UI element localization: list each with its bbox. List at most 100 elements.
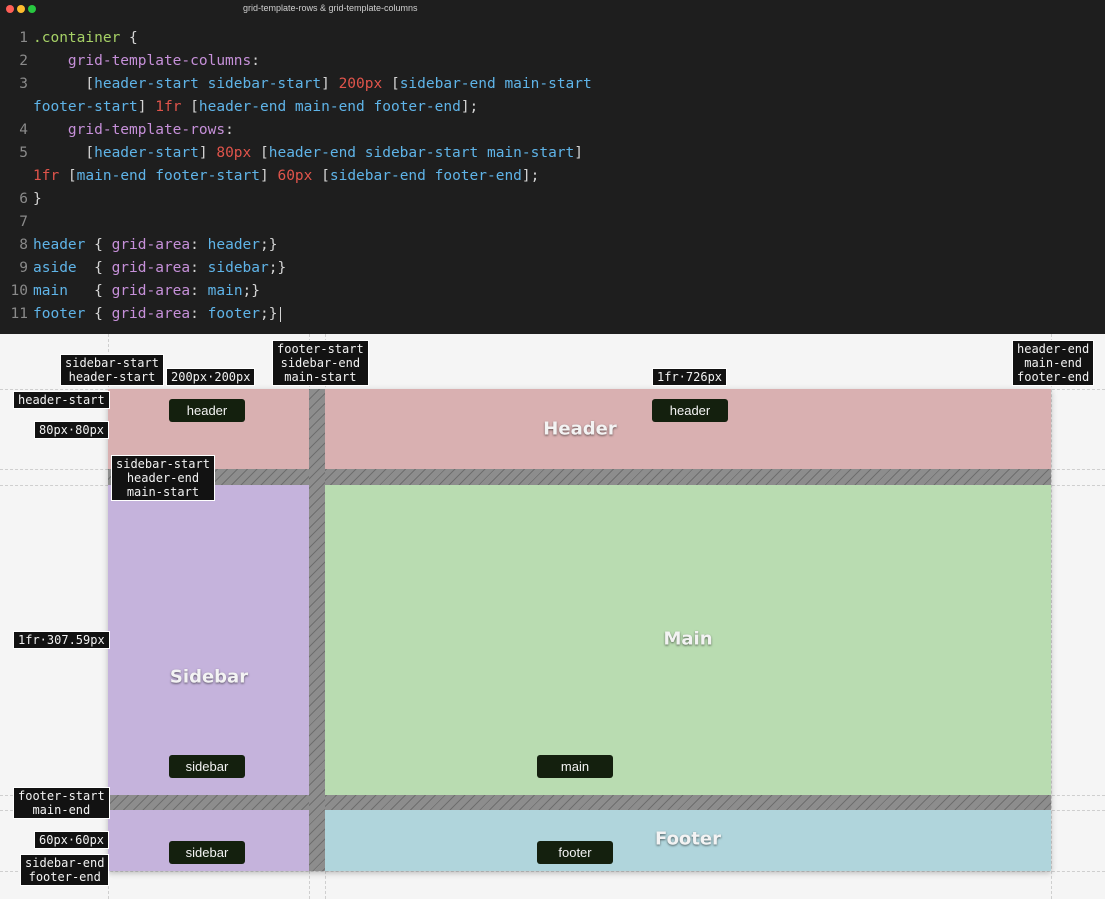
code-token: {	[67, 283, 112, 299]
code-token: 1fr	[33, 168, 60, 184]
code-text: grid-template-rows:	[33, 119, 234, 142]
column-gap	[309, 389, 325, 871]
row-line-name-footer-start: footer-start main-end	[13, 787, 110, 819]
code-token: 80px	[216, 145, 252, 161]
code-token: ];	[521, 168, 540, 184]
code-token: sidebar	[207, 260, 269, 276]
window-title: grid-template-rows & grid-template-colum…	[243, 3, 418, 13]
code-token: footer	[33, 306, 86, 322]
line-number: 8	[19, 237, 28, 253]
code-token: [	[382, 76, 400, 92]
code-token: ;}	[268, 260, 287, 276]
code-token: :	[190, 260, 208, 276]
row-track-size-60px: 60px·60px	[34, 831, 110, 849]
code-token: footer-start	[33, 99, 138, 115]
code-editor[interactable]: 1 .container {2 grid-template-columns: 3 […	[0, 18, 1105, 334]
zoom-window-button[interactable]	[28, 5, 36, 13]
code-token: grid-template-columns	[33, 53, 252, 69]
sidebar-cell-badge: sidebar	[169, 755, 245, 778]
code-token: }	[33, 191, 42, 207]
code-text: .container {	[33, 27, 138, 50]
main-area-label: Main	[663, 628, 713, 650]
line-number: 4	[19, 122, 28, 138]
code-text: header { grid-area: header;}	[33, 234, 278, 257]
line-number: 11	[10, 306, 28, 322]
code-token: {	[76, 260, 112, 276]
code-token: ;}	[242, 283, 261, 299]
code-token: sidebar-end main-start	[399, 76, 592, 92]
code-token: ]	[321, 76, 339, 92]
code-token: header-start sidebar-start	[94, 76, 322, 92]
text-caret	[279, 306, 281, 322]
row-line-name-end: sidebar-end footer-end	[20, 854, 110, 886]
code-token: sidebar-end footer-end	[329, 168, 522, 184]
code-text: footer { grid-area: footer;}	[33, 303, 281, 326]
line-number: 2	[19, 53, 28, 69]
code-text: footer-start] 1fr [header-end main-end f…	[33, 96, 478, 119]
line-number: 3	[19, 76, 28, 92]
code-token: 60px	[277, 168, 313, 184]
code-token: :	[190, 306, 208, 322]
row-gap	[108, 795, 1051, 810]
code-token: footer	[207, 306, 261, 322]
main-cell-badge: main	[537, 755, 613, 778]
line-number: 5	[19, 145, 28, 161]
grid-container: Header Sidebar Main Footer header header…	[108, 389, 1051, 871]
line-number: 9	[19, 260, 28, 276]
code-token: header	[33, 237, 86, 253]
footer-area-label: Footer	[655, 828, 721, 850]
code-token: ]	[574, 145, 584, 161]
code-token: [	[181, 99, 199, 115]
column-line-name-middle: footer-start sidebar-end main-start	[272, 340, 369, 386]
code-text: aside { grid-area: sidebar;}	[33, 257, 286, 280]
line-number: 6	[19, 191, 28, 207]
code-text: [header-start sidebar-start] 200px [side…	[33, 73, 592, 96]
code-token: ]	[198, 145, 217, 161]
code-token: ;}	[260, 306, 278, 322]
column-track-size-200px: 200px·200px	[166, 368, 256, 386]
footer-cell-badge: footer	[537, 841, 613, 864]
column-line-name-end: header-end main-end footer-end	[1012, 340, 1095, 386]
row-line-name-start: header-start	[13, 391, 110, 409]
code-token: {	[85, 237, 112, 253]
code-token: [	[312, 168, 330, 184]
code-token: main	[207, 283, 243, 299]
window-titlebar: grid-template-rows & grid-template-colum…	[0, 0, 1105, 18]
sidebar-area-label: Sidebar	[169, 666, 249, 688]
sidebar-cell-badge: sidebar	[169, 841, 245, 864]
code-token: :	[190, 283, 208, 299]
minimize-window-button[interactable]	[17, 5, 25, 13]
close-window-button[interactable]	[6, 5, 14, 13]
grid-visualization: Header Sidebar Main Footer header header…	[0, 334, 1105, 899]
code-token: grid-area	[111, 306, 191, 322]
code-token: aside	[33, 260, 77, 276]
code-token: header-end main-end footer-end	[198, 99, 461, 115]
code-token: grid-area	[111, 237, 191, 253]
code-token: main	[33, 283, 68, 299]
column-track-size-1fr: 1fr·726px	[652, 368, 728, 386]
code-token: :	[190, 237, 208, 253]
header-cell-badge: header	[169, 399, 245, 422]
code-token: header-end sidebar-start main-start	[268, 145, 575, 161]
code-token: [	[59, 168, 77, 184]
code-token: .container	[33, 30, 121, 46]
code-token: [	[33, 76, 95, 92]
code-token: ]	[137, 99, 156, 115]
code-token: ];	[460, 99, 479, 115]
code-text: [header-start] 80px [header-end sidebar-…	[33, 142, 583, 165]
code-token: grid-area	[111, 283, 191, 299]
code-token: :	[251, 53, 260, 69]
code-token: [	[33, 145, 95, 161]
column-line-name-start: sidebar-start header-start	[60, 354, 164, 386]
code-token: main-end footer-start	[76, 168, 260, 184]
code-token: :	[225, 122, 234, 138]
row-track-size-80px: 80px·80px	[34, 421, 110, 439]
row-gap	[108, 469, 1051, 485]
code-token: ;}	[260, 237, 278, 253]
line-number: 7	[19, 214, 28, 230]
code-token: header-start	[94, 145, 199, 161]
line-number: 10	[10, 283, 28, 299]
row-track-size-1fr: 1fr·307.59px	[13, 631, 110, 649]
code-text: grid-template-columns:	[33, 50, 260, 73]
code-token: [	[251, 145, 269, 161]
